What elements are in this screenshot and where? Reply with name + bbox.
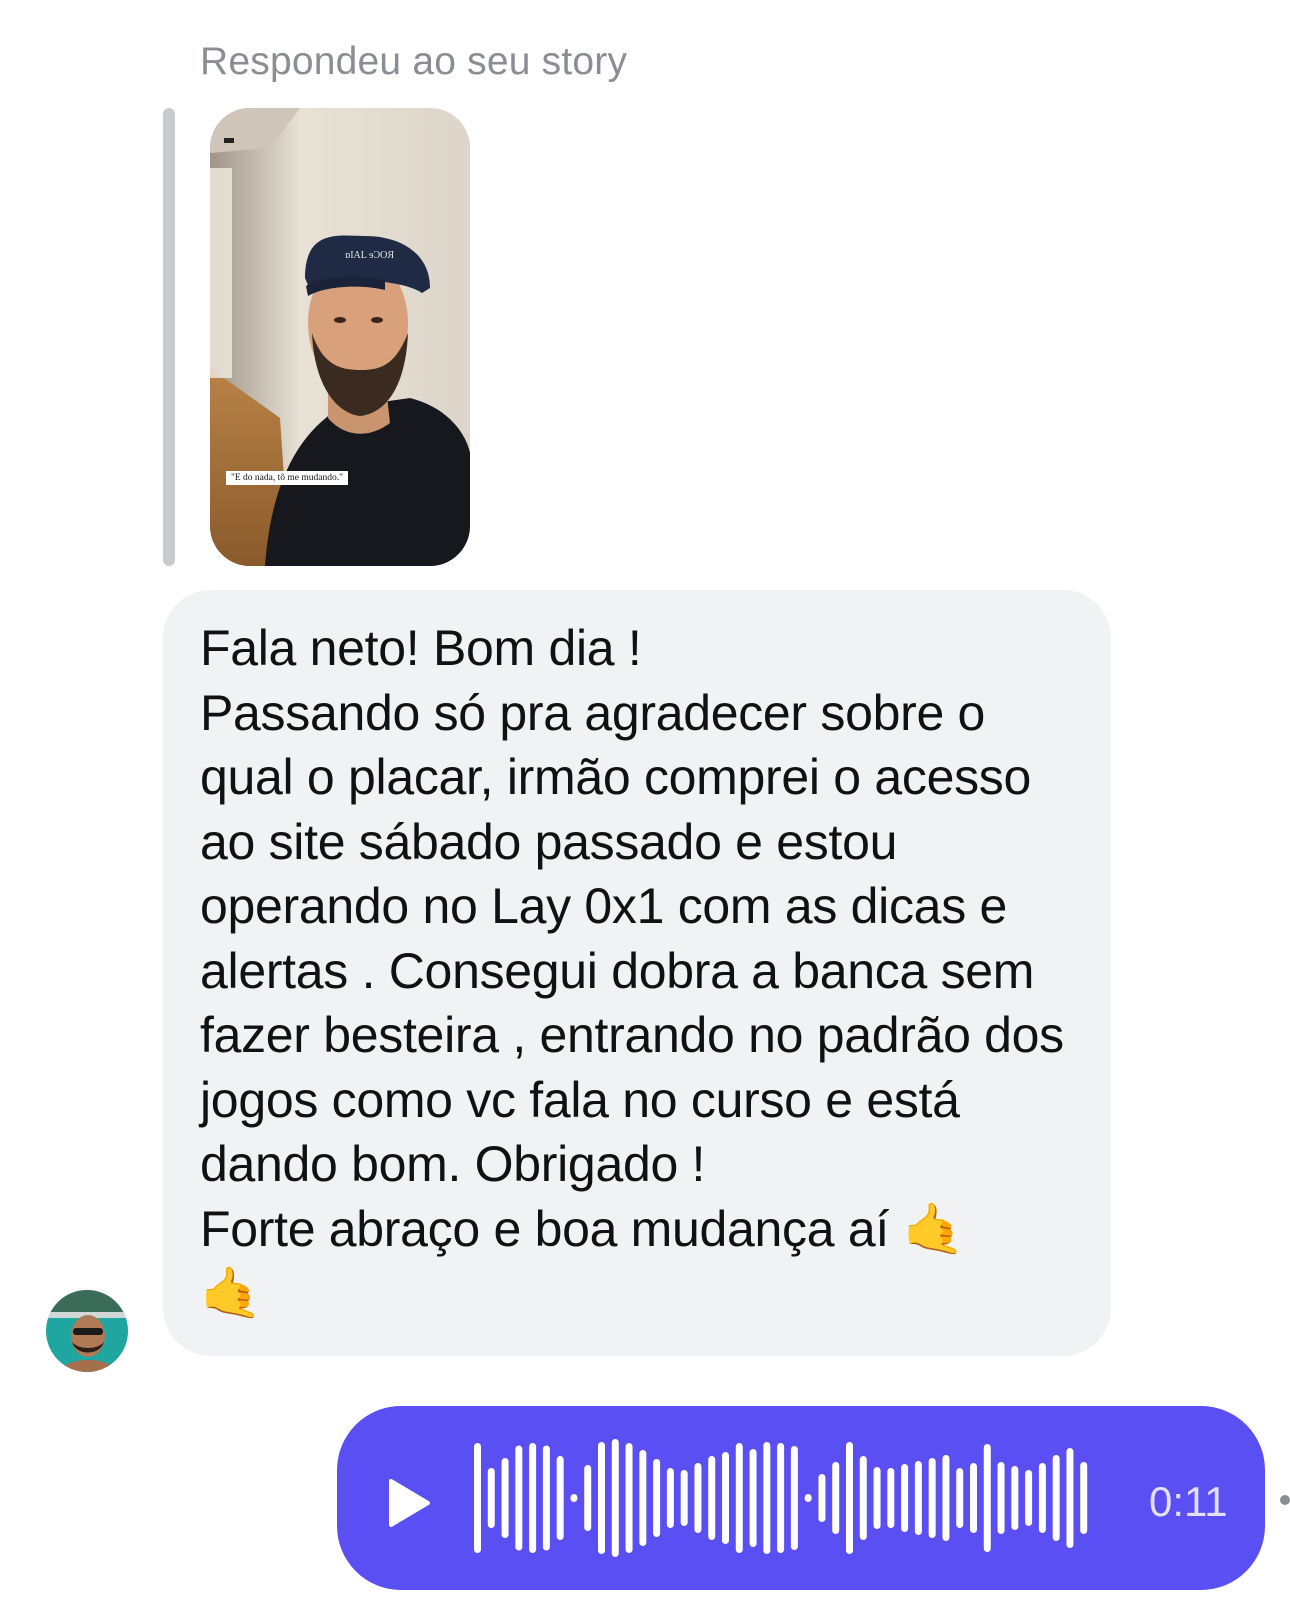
- message-line-greeting: Fala neto! Bom dia !: [200, 620, 642, 676]
- waveform-bar: [722, 1452, 729, 1544]
- waveform-bar: [515, 1445, 523, 1551]
- waveform-bar: [1052, 1455, 1060, 1541]
- waveform-bar: [997, 1462, 1005, 1534]
- waveform-bar: [487, 1468, 495, 1528]
- waveform-bar: [970, 1463, 977, 1533]
- waveform-bar: [501, 1458, 509, 1538]
- voice-duration: 0:11: [1149, 1478, 1228, 1525]
- received-message-bubble[interactable]: Fala neto! Bom dia ! Passando só pra agr…: [163, 590, 1111, 1356]
- message-text: Fala neto! Bom dia ! Passando só pra agr…: [200, 616, 1075, 1326]
- waveform-bar: [777, 1443, 785, 1553]
- waveform-bar: [859, 1456, 867, 1540]
- waveform-bar: [914, 1461, 922, 1535]
- waveform-bar: [474, 1443, 481, 1553]
- sender-avatar[interactable]: [46, 1290, 128, 1372]
- waveform-bar: [542, 1445, 550, 1551]
- waveform-bar: [790, 1446, 798, 1550]
- waveform-bar: [928, 1458, 936, 1538]
- story-overlay-text: "E do nada, tô me mudando.": [226, 471, 348, 485]
- message-status-dot: [1280, 1495, 1290, 1505]
- waveform-bar: [846, 1442, 853, 1554]
- waveform-bar: [832, 1462, 840, 1534]
- waveform-bar: [1011, 1466, 1019, 1530]
- story-image: ɒIAL ɘƆOЯ: [210, 108, 470, 566]
- audio-waveform[interactable]: [470, 1436, 1090, 1560]
- story-reply-caption: Respondeu ao seu story: [200, 40, 628, 83]
- waveform-bar: [804, 1494, 812, 1502]
- waveform-bar: [680, 1470, 688, 1526]
- svg-text:ɒIAL ɘƆOЯ: ɒIAL ɘƆOЯ: [345, 250, 394, 261]
- reply-indicator-bar: [163, 108, 175, 566]
- waveform-bar: [529, 1443, 537, 1553]
- waveform-bar: [901, 1464, 909, 1532]
- waveform-bar: [1066, 1448, 1074, 1548]
- waveform-bar: [666, 1468, 674, 1528]
- waveform-bar: [584, 1465, 592, 1531]
- story-thumbnail[interactable]: ɒIAL ɘƆOЯ "E do nada, tô me mudando.": [210, 108, 470, 566]
- waveform-bar: [708, 1456, 716, 1540]
- waveform-bar: [625, 1443, 633, 1553]
- waveform-bar: [611, 1439, 619, 1557]
- waveform-bar: [983, 1444, 991, 1552]
- message-line-body: Passando só pra agradecer sobre o qual o…: [200, 684, 1078, 1193]
- waveform-bar: [956, 1468, 964, 1528]
- message-line-closing: Forte abraço e boa mudança aí: [200, 1200, 889, 1257]
- waveform-bar: [694, 1463, 702, 1533]
- waveform-bar: [1038, 1463, 1046, 1533]
- waveform-bar: [942, 1455, 950, 1541]
- waveform-bar: [749, 1449, 757, 1547]
- waveform-bar: [639, 1450, 647, 1546]
- waveform-bar: [735, 1443, 743, 1553]
- waveform-bar: [873, 1467, 881, 1529]
- waveform-bar: [653, 1459, 661, 1537]
- call-me-hand-icon: 🤙: [902, 1199, 965, 1258]
- chat-thread: Respondeu ao seu story ɒIAL ɘƆOЯ "E do n…: [0, 0, 1290, 1600]
- waveform-bar: [556, 1456, 564, 1540]
- waveform-bar: [1080, 1462, 1088, 1534]
- waveform-bar: [570, 1494, 578, 1502]
- waveform-bar: [887, 1468, 895, 1528]
- call-me-hand-icon: 🤙: [200, 1264, 262, 1322]
- play-icon[interactable]: [387, 1478, 431, 1528]
- waveform-bar: [598, 1442, 605, 1554]
- waveform-bar: [1025, 1470, 1033, 1526]
- voice-message-bubble[interactable]: 0:11: [337, 1406, 1265, 1590]
- waveform-bar: [818, 1474, 826, 1522]
- waveform-bar: [763, 1442, 771, 1554]
- avatar-image: [46, 1290, 128, 1372]
